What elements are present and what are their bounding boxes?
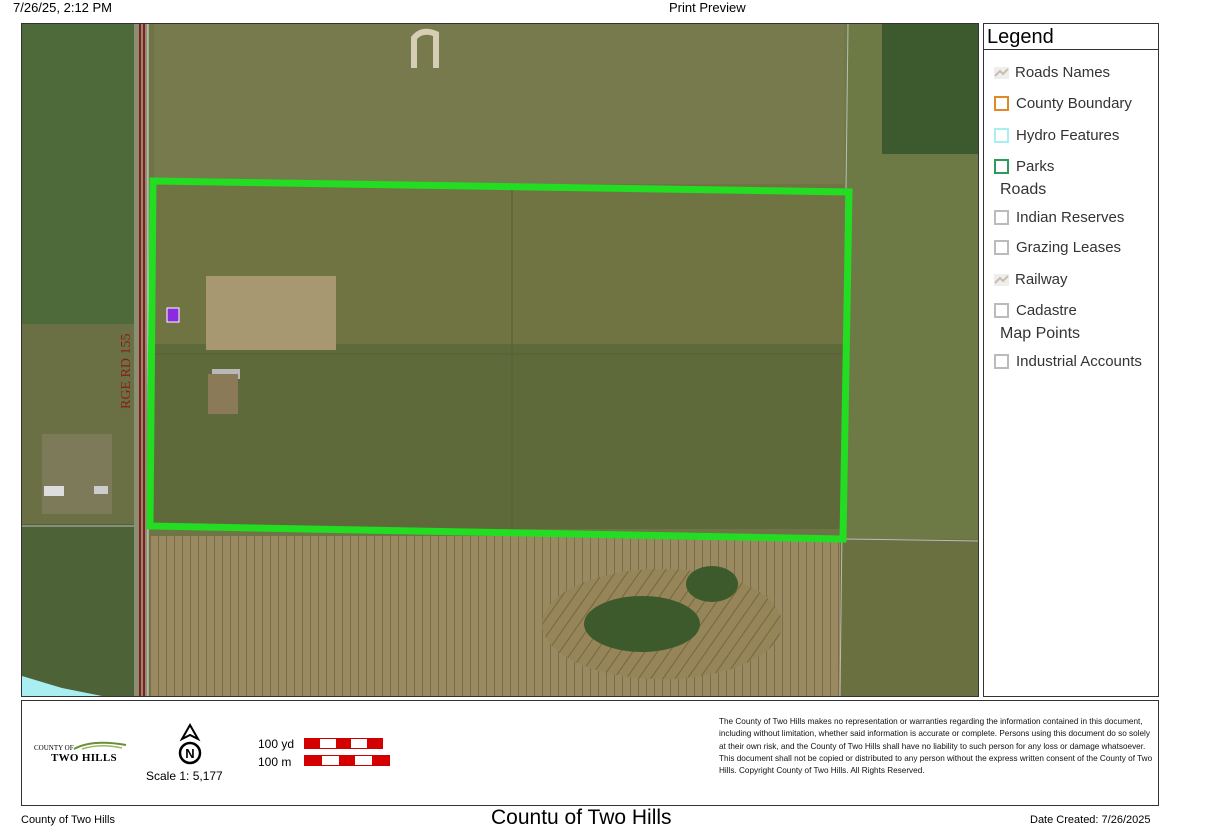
- north-arrow-icon: N: [178, 723, 202, 765]
- map-view[interactable]: RGE RD 155: [21, 23, 979, 697]
- farm-yard: [208, 374, 238, 414]
- hamlet-area: [42, 434, 112, 514]
- trees-northeast: [882, 24, 978, 154]
- county-boundary-swatch: [994, 96, 1009, 111]
- legend-item-grazing-leases: Grazing Leases: [994, 239, 1121, 256]
- legend-item-indian-reserves: Indian Reserves: [994, 209, 1124, 226]
- legend-item-cadastre: Cadastre: [994, 302, 1077, 319]
- field-north: [154, 24, 844, 184]
- legend-item-hydro-features: Hydro Features: [994, 127, 1119, 144]
- field-west-north: [22, 24, 134, 324]
- scale-bar-m: [304, 755, 390, 766]
- aerial-map: RGE RD 155: [22, 24, 978, 696]
- industrial-accounts-swatch: [994, 354, 1009, 369]
- logo-small-text: COUNTY OF: [34, 744, 74, 752]
- scale-yd-label: 100 yd: [258, 737, 295, 751]
- legend-item-parks: Parks: [994, 158, 1054, 175]
- road-label: RGE RD 155: [119, 334, 134, 409]
- hamlet-building: [44, 486, 64, 496]
- map-footer-panel: COUNTY OF TWO HILLS N Scale 1: 5,177 100…: [21, 700, 1159, 806]
- hydro-features-swatch: [994, 128, 1009, 143]
- print-datetime: 7/26/25, 2:12 PM: [13, 0, 113, 15]
- scale-bar-yd: [304, 738, 383, 749]
- print-preview-title: Print Preview: [669, 0, 746, 15]
- field-west-south: [22, 524, 134, 696]
- road-line-icon: [994, 66, 1009, 79]
- legend-item-railway: Railway: [994, 271, 1068, 288]
- svg-text:N: N: [185, 746, 194, 761]
- county-logo-icon: [73, 741, 127, 750]
- logo-main-text: TWO HILLS: [51, 752, 117, 764]
- footer-date-created: Date Created: 7/26/2025: [1030, 814, 1151, 826]
- footer-county-name: County of Two Hills: [21, 814, 115, 826]
- tree-cluster-south-2: [686, 566, 738, 602]
- legend-group-roads: Roads: [1000, 181, 1047, 198]
- farmyard-plot: [206, 276, 336, 350]
- disclaimer-text: The County of Two Hills makes no represe…: [719, 717, 1153, 776]
- legend-item-industrial-accounts: Industrial Accounts: [994, 353, 1142, 370]
- cadastre-swatch: [994, 303, 1009, 318]
- scale-m-label: 100 m: [258, 755, 292, 769]
- scale-ratio: Scale 1: 5,177: [146, 769, 223, 783]
- railway-line-icon: [994, 273, 1009, 286]
- legend-item-roads-names: Roads Names: [994, 64, 1110, 81]
- legend-title: Legend: [984, 24, 1158, 50]
- legend-group-map-points: Map Points: [1000, 325, 1081, 342]
- field-southeast: [840, 539, 978, 696]
- tree-cluster-south: [584, 596, 700, 652]
- location-marker-icon: [166, 307, 180, 323]
- legend-item-county-boundary: County Boundary: [994, 95, 1132, 112]
- legend-panel: Legend Roads Names County Boundary Hydro…: [983, 23, 1159, 697]
- indian-reserves-swatch: [994, 210, 1009, 225]
- grazing-leases-swatch: [994, 240, 1009, 255]
- parcel-south-half: [152, 344, 844, 529]
- parks-swatch: [994, 159, 1009, 174]
- footer-title: Countu of Two Hills: [491, 806, 672, 829]
- hamlet-building: [94, 486, 108, 494]
